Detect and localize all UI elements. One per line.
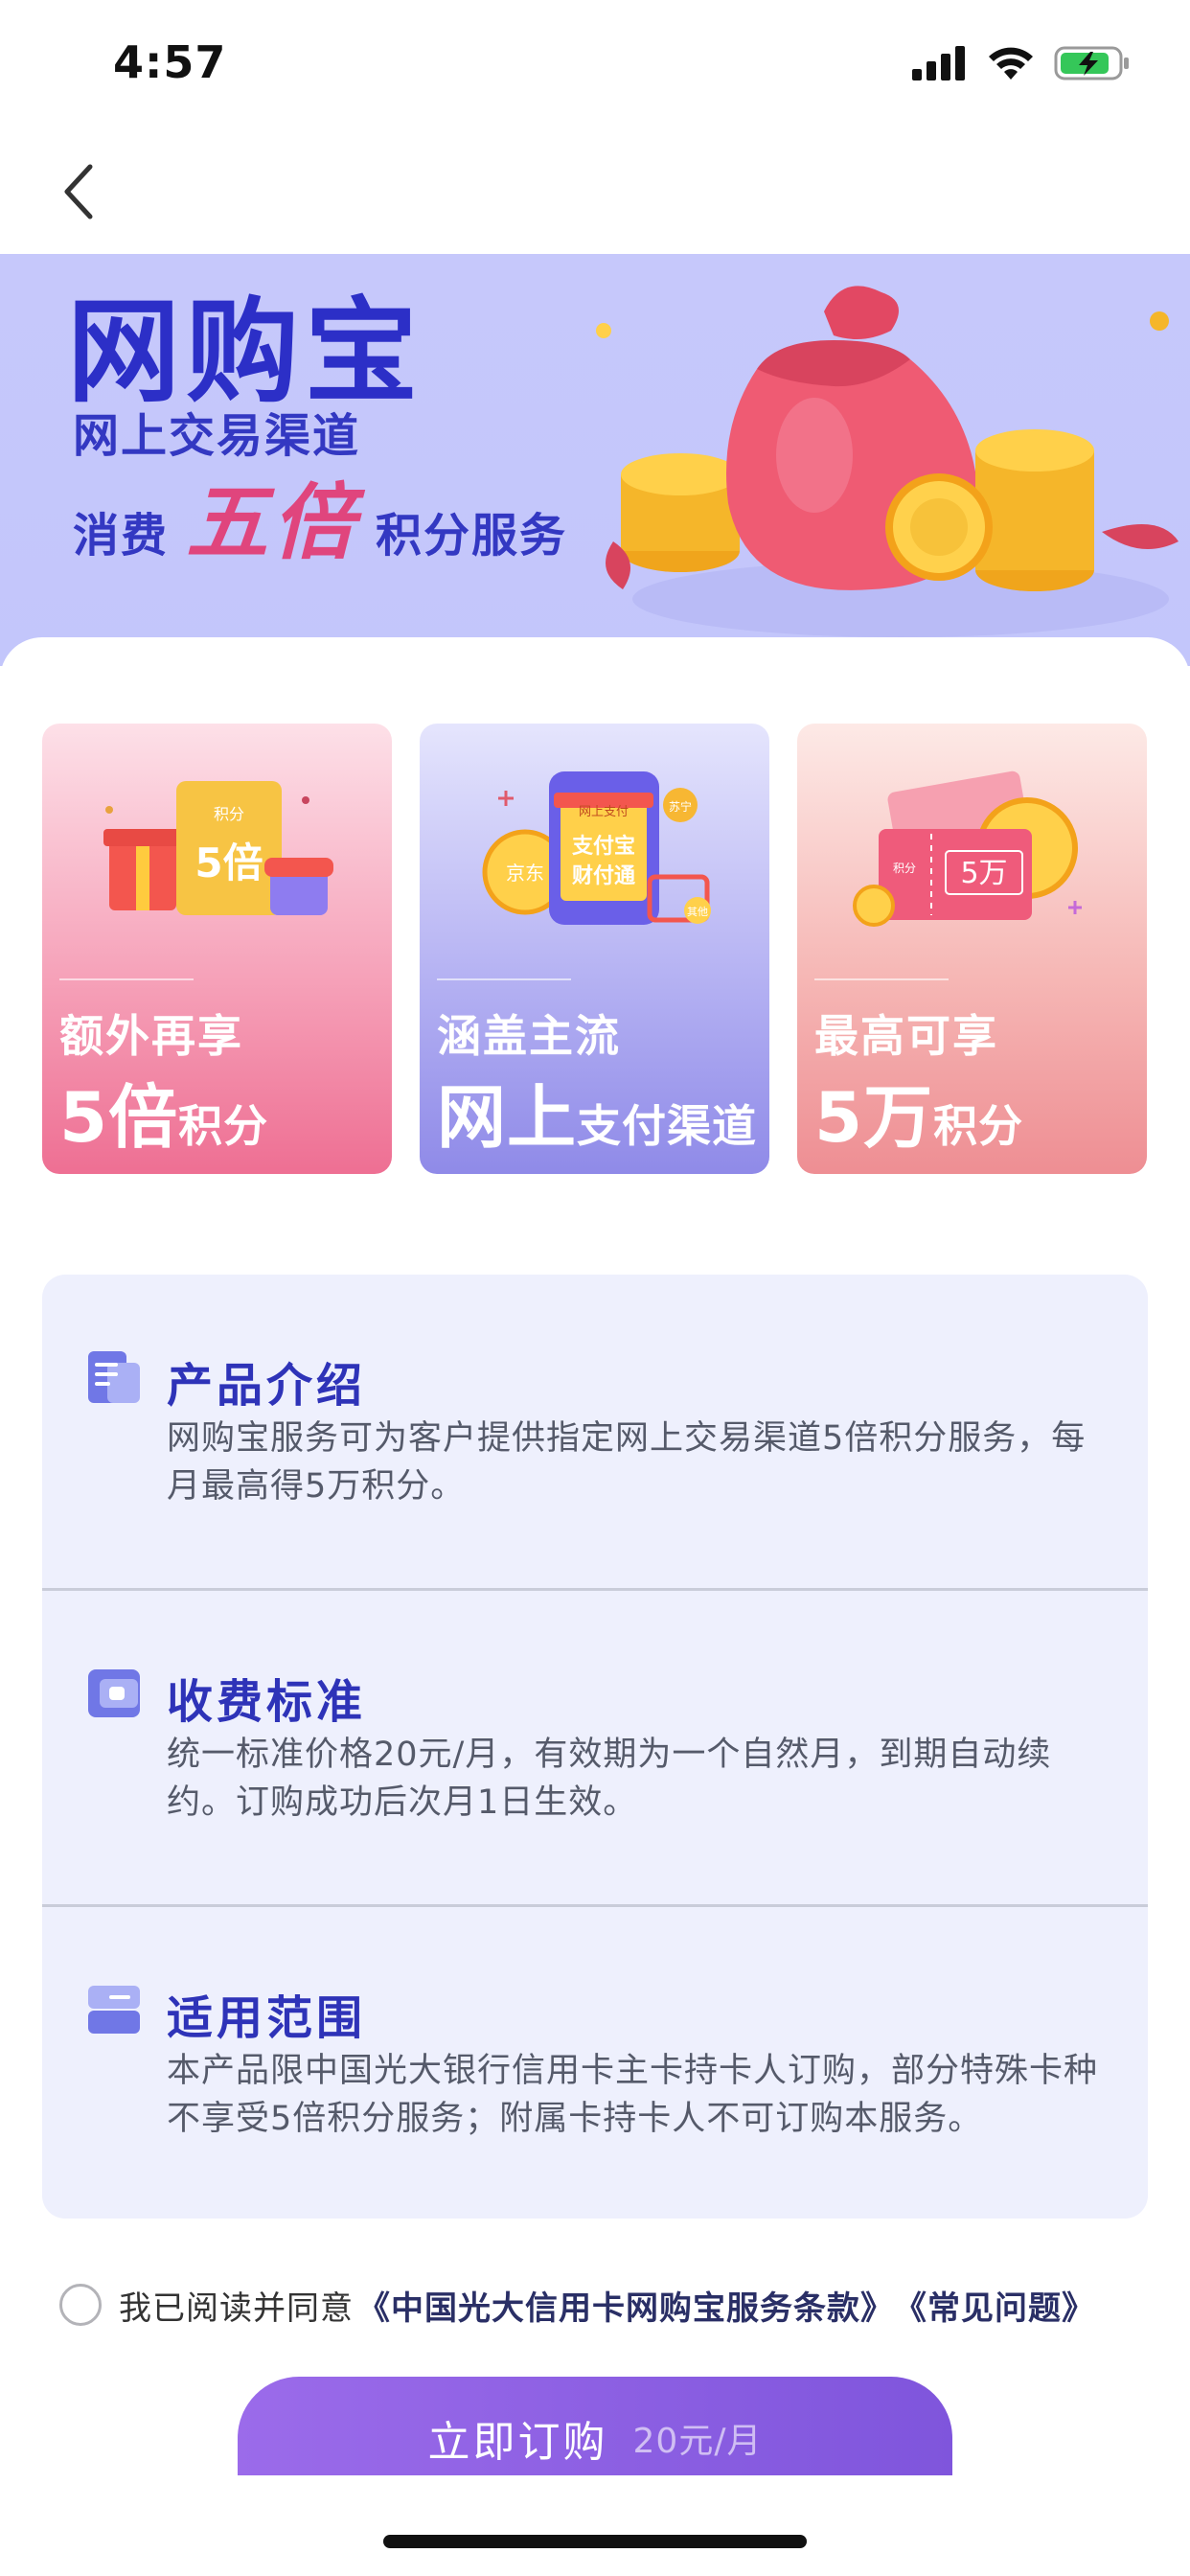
phone-line1: 支付宝 xyxy=(572,834,635,859)
info-title: 收费标准 xyxy=(167,1675,367,1729)
tag-right-label: 苏宁 xyxy=(669,799,692,814)
banner-subtitle-2-suffix: 积分服务 xyxy=(376,509,568,563)
terms-link[interactable]: 《中国光大信用卡网购宝服务条款》 xyxy=(357,2282,894,2329)
agree-checkbox[interactable] xyxy=(59,2284,102,2326)
bottom-safe-area xyxy=(0,2475,1190,2576)
home-indicator xyxy=(383,2535,807,2548)
info-text: 本产品限中国光大银行信用卡主卡持卡人订购，部分特殊卡种不享受5倍积分服务；附属卡… xyxy=(167,2052,1099,2138)
document-icon xyxy=(88,1351,140,1403)
info-text: 网购宝服务可为客户提供指定网上交易渠道5倍积分服务，每月最高得5万积分。 xyxy=(167,1419,1087,1506)
gift-points-illustration: 积分 5倍 xyxy=(103,781,333,915)
feature-small: 支付渠道 xyxy=(577,1100,758,1152)
feature-big: 5倍 xyxy=(59,1077,179,1158)
banner-subtitle-2-highlight: 五倍 xyxy=(186,475,359,571)
feature-line2: 网上支付渠道 xyxy=(437,1061,757,1162)
feature-big: 网上 xyxy=(437,1077,578,1158)
status-bar: 4:57 xyxy=(0,0,1190,129)
feature-line1: 最高可享 xyxy=(814,1010,998,1062)
money-bag-illustration xyxy=(596,286,1179,637)
wallet-icon xyxy=(88,1669,140,1717)
chevron-left-icon xyxy=(64,164,93,219)
coin-left-label: 京东 xyxy=(506,862,544,885)
hero-banner: 网购宝 网上交易渠道 消费 五倍 积分服务 xyxy=(0,254,1190,666)
info-text: 统一标准价格20元/月，有效期为一个自然月，到期自动续约。订购成功后次月1日生效… xyxy=(167,1736,1052,1822)
feature-card-max-points[interactable]: 积分 5万 最高可享 5万积分 xyxy=(797,724,1147,1174)
agreement-prefix: 我已阅读并同意 xyxy=(119,2288,354,2328)
banner-subtitle-2: 消费 五倍 积分服务 xyxy=(73,455,567,575)
basket-tag-label: 其他 xyxy=(687,906,708,918)
feature-divider xyxy=(814,978,949,980)
info-section-intro: 产品介绍 网购宝服务可为客户提供指定网上交易渠道5倍积分服务，每月最高得5万积分… xyxy=(42,1275,1148,1591)
status-icons xyxy=(912,42,1131,84)
badge-top: 积分 xyxy=(214,805,244,823)
banner-subtitle-2-prefix: 消费 xyxy=(73,509,170,563)
info-title: 产品介绍 xyxy=(167,1359,367,1413)
feature-divider xyxy=(437,978,571,980)
battery-charging-icon xyxy=(1054,46,1129,80)
feature-line2: 5万积分 xyxy=(814,1061,1023,1162)
feature-card-points[interactable]: 积分 5倍 额外再享 5倍积分 xyxy=(42,724,392,1174)
phone-line2: 财付通 xyxy=(572,864,635,888)
info-title: 适用范围 xyxy=(167,1991,367,2045)
faq-link[interactable]: 《常见问题》 xyxy=(894,2282,1095,2329)
back-button[interactable] xyxy=(50,153,107,230)
feature-divider xyxy=(59,978,194,980)
signal-icon xyxy=(912,46,965,80)
feature-small: 积分 xyxy=(178,1100,269,1152)
feature-small: 积分 xyxy=(933,1100,1024,1152)
badge-value: 5倍 xyxy=(195,840,263,886)
agreement-row: 我已阅读并同意 《中国光大信用卡网购宝服务条款》 《常见问题》 xyxy=(59,2276,1095,2334)
payment-phone-illustration: 京东 网上支付 支付宝 财付通 苏宁 其他 xyxy=(482,771,711,925)
subscribe-label: 立即订购 xyxy=(427,2418,608,2467)
feature-big: 5万 xyxy=(814,1077,934,1158)
feature-card-channels[interactable]: 京东 网上支付 支付宝 财付通 苏宁 其他 涵盖主流 网上支付渠道 xyxy=(420,724,769,1174)
status-time: 4:57 xyxy=(113,36,227,88)
feature-line1: 涵盖主流 xyxy=(437,1010,621,1062)
subscribe-price: 20元/月 xyxy=(632,2422,763,2461)
phone-top-label: 网上支付 xyxy=(579,805,629,819)
card-icon xyxy=(88,1986,140,2034)
ticket-points-illustration: 积分 5万 xyxy=(853,770,1082,927)
ticket-label: 积分 xyxy=(893,862,916,875)
ticket-value: 5万 xyxy=(960,857,1007,890)
feature-line2: 5倍积分 xyxy=(59,1061,268,1162)
nav-bar xyxy=(0,129,1190,254)
info-panel: 产品介绍 网购宝服务可为客户提供指定网上交易渠道5倍积分服务，每月最高得5万积分… xyxy=(42,1275,1148,2219)
wifi-icon xyxy=(989,47,1033,80)
feature-line1: 额外再享 xyxy=(59,1010,243,1062)
info-section-fee: 收费标准 统一标准价格20元/月，有效期为一个自然月，到期自动续约。订购成功后次… xyxy=(42,1591,1148,1907)
info-section-scope: 适用范围 本产品限中国光大银行信用卡主卡持卡人订购，部分特殊卡种不享受5倍积分服… xyxy=(42,1907,1148,2223)
feature-cards: 积分 5倍 额外再享 5倍积分 京东 网上支付 支付宝 财付通 苏宁 其他 涵盖… xyxy=(42,724,1148,1174)
